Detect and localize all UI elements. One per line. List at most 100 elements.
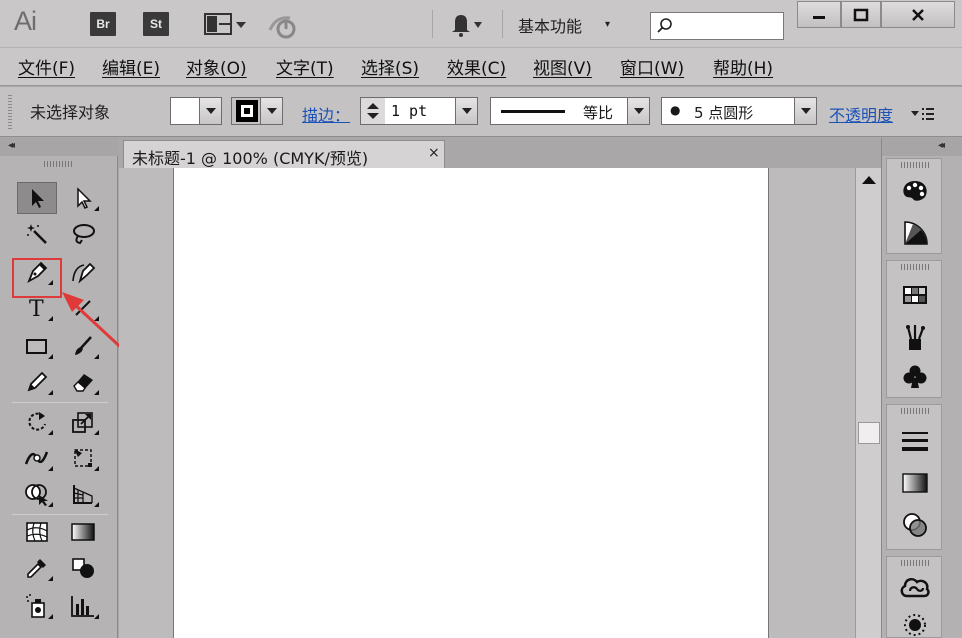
menu-view[interactable]: 视图(V) — [533, 54, 592, 79]
color-guide-icon — [904, 221, 928, 245]
stroke-color-dropdown[interactable] — [231, 97, 283, 125]
chevron-down-icon[interactable] — [455, 98, 477, 124]
column-graph-tool[interactable] — [63, 590, 103, 622]
arrange-documents-button[interactable] — [202, 11, 248, 37]
stepper-icon[interactable] — [361, 98, 385, 124]
stroke-swatch-icon — [236, 100, 258, 122]
close-tab-icon[interactable]: × — [428, 145, 440, 161]
minimize-button[interactable] — [797, 1, 841, 28]
mesh-tool[interactable] — [17, 516, 57, 548]
rectangle-tool[interactable] — [17, 330, 57, 362]
scrollbar-thumb[interactable] — [858, 422, 880, 444]
libraries-panel-button[interactable] — [887, 567, 943, 607]
symbol-sprayer-tool[interactable] — [17, 590, 57, 622]
pen-tool-highlight — [12, 258, 62, 298]
stroke-weight-field[interactable]: 1 pt — [360, 97, 478, 125]
symbols-panel-button[interactable] — [887, 357, 943, 397]
tools-grip[interactable] — [44, 161, 72, 167]
free-transform-tool[interactable] — [63, 442, 103, 474]
menu-help[interactable]: 帮助(H) — [713, 54, 773, 79]
lasso-tool[interactable] — [63, 218, 103, 250]
menu-object[interactable]: 对象(O) — [186, 54, 247, 79]
variable-width-profile-dropdown[interactable]: 等比 — [490, 97, 650, 125]
scale-tool[interactable] — [63, 406, 103, 438]
lasso-icon — [73, 224, 95, 245]
rotate-tool[interactable] — [17, 406, 57, 438]
sync-settings-icon[interactable] — [266, 10, 300, 40]
curvature-tool[interactable] — [63, 256, 103, 288]
direct-selection-tool[interactable] — [63, 182, 103, 214]
menu-type[interactable]: 文字(T) — [276, 54, 334, 79]
stroke-panel-link[interactable]: 描边： — [302, 102, 350, 126]
color-guide-button[interactable] — [887, 213, 943, 253]
menu-window[interactable]: 窗口(W) — [620, 54, 684, 79]
eyedropper-tool[interactable] — [17, 552, 57, 584]
appearance-panel-button[interactable] — [887, 605, 943, 638]
menu-file[interactable]: 文件(F) — [18, 54, 75, 79]
maximize-button[interactable] — [841, 1, 881, 28]
pencil-tool[interactable] — [17, 366, 57, 398]
selection-tool[interactable] — [17, 182, 57, 214]
notifications-button[interactable] — [446, 10, 484, 38]
dock-grip[interactable] — [901, 264, 929, 270]
chevron-down-icon[interactable] — [199, 98, 221, 124]
stroke-weight-value[interactable]: 1 pt — [391, 102, 427, 120]
dock-grip[interactable] — [901, 162, 929, 168]
brush-definition-dropdown[interactable]: ● 5 点圆形 — [661, 97, 817, 125]
vertical-scrollbar[interactable] — [855, 168, 881, 638]
stock-button[interactable]: St — [143, 12, 169, 36]
creative-cloud-icon — [900, 577, 930, 598]
dock-grip[interactable] — [901, 408, 929, 414]
tool-separator — [12, 402, 108, 403]
perspective-grid-tool[interactable] — [63, 478, 103, 510]
menu-effect[interactable]: 效果(C) — [447, 54, 506, 79]
separator — [502, 10, 503, 38]
workspace-switcher[interactable]: 基本功能 — [518, 13, 582, 37]
fill-color-dropdown[interactable] — [170, 97, 222, 125]
menu-edit[interactable]: 编辑(E) — [102, 54, 160, 79]
dock-grip[interactable] — [901, 560, 929, 566]
control-bar-grip[interactable] — [8, 95, 12, 129]
artboard[interactable] — [173, 168, 769, 638]
brush-dot-icon: ● — [670, 103, 681, 117]
magic-wand-icon — [27, 224, 47, 244]
stroke-lines-icon — [902, 432, 928, 451]
gradient-panel-button[interactable] — [887, 463, 943, 503]
close-button[interactable] — [881, 1, 955, 28]
panel-menu-icon[interactable] — [910, 106, 936, 122]
width-tool[interactable] — [17, 442, 57, 474]
menu-bar: 文件(F) 编辑(E) 对象(O) 文字(T) 选择(S) 效果(C) 视图(V… — [0, 48, 962, 86]
brushes-icon — [906, 325, 925, 350]
chevron-down-icon[interactable] — [627, 98, 649, 124]
opacity-panel-link[interactable]: 不透明度 — [829, 102, 893, 126]
gradient-tool[interactable] — [63, 516, 103, 548]
collapse-panel-icon[interactable]: ◂◂ — [8, 140, 15, 151]
dock-group-color — [886, 158, 942, 254]
stroke-panel-button[interactable] — [887, 421, 943, 461]
magic-wand-tool[interactable] — [17, 218, 57, 250]
mesh-icon — [26, 522, 48, 542]
title-bar: Ai Br St 基本功能 ▾ — [0, 0, 962, 48]
close-icon — [912, 8, 924, 21]
shape-builder-tool[interactable] — [17, 478, 57, 510]
scroll-up-icon[interactable] — [862, 176, 876, 184]
chevron-down-icon[interactable] — [794, 98, 816, 124]
chevron-down-icon[interactable] — [260, 98, 282, 124]
document-tab-title[interactable]: 未标题-1 @ 100% (CMYK/预览) — [132, 145, 368, 169]
expand-panels-icon[interactable]: ◂◂ — [938, 140, 945, 151]
color-panel-button[interactable] — [887, 171, 943, 211]
transparency-panel-button[interactable] — [887, 505, 943, 545]
menu-select[interactable]: 选择(S) — [361, 54, 419, 79]
selection-status: 未选择对象 — [30, 103, 111, 122]
help-search[interactable] — [650, 12, 784, 40]
blend-tool[interactable] — [63, 552, 103, 584]
search-input[interactable] — [677, 16, 777, 36]
bridge-button[interactable]: Br — [90, 12, 116, 36]
brushes-panel-button[interactable] — [887, 317, 943, 357]
arrange-layout-icon — [204, 13, 246, 35]
chevron-down-icon[interactable]: ▾ — [605, 19, 610, 30]
swatches-panel-button[interactable] — [887, 275, 943, 315]
document-tab[interactable]: 未标题-1 @ 100% (CMYK/预览) × — [123, 140, 445, 168]
panel-dock: ◂◂ — [881, 138, 962, 638]
symbol-sprayer-icon — [26, 594, 45, 618]
